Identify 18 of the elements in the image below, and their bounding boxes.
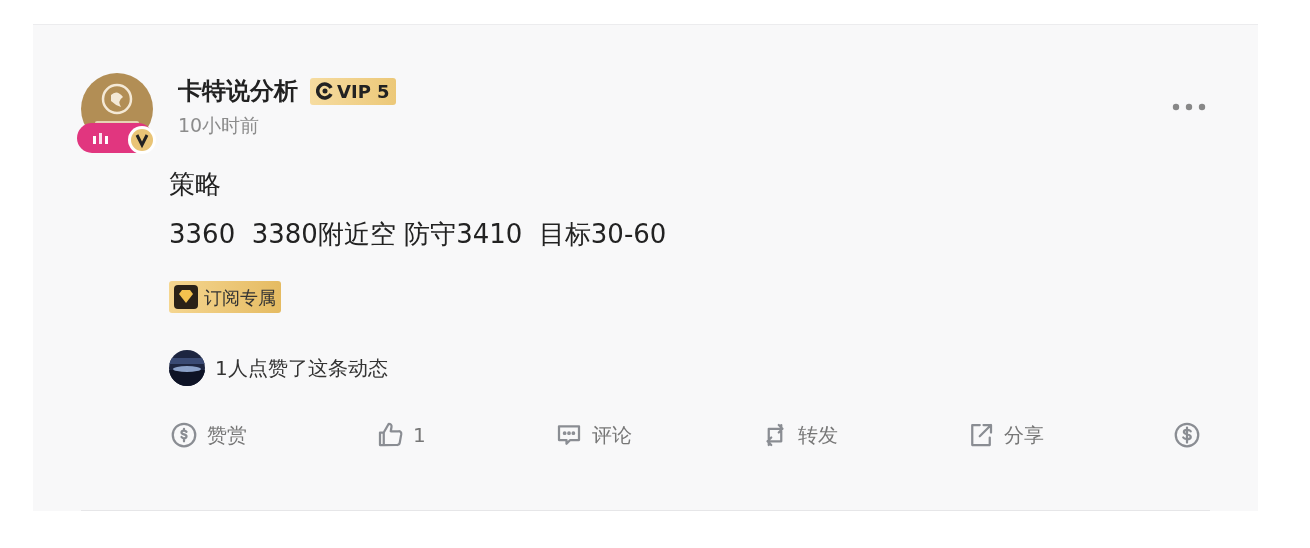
repost-button[interactable]: 转发 xyxy=(759,420,838,450)
reward-button[interactable]: 赞赏 xyxy=(169,420,247,450)
tag-label: 订阅专属 xyxy=(204,285,276,310)
post-text: 策略 xyxy=(169,168,222,201)
coin-icon xyxy=(169,420,199,450)
vip-logo-icon xyxy=(316,82,334,100)
likes-summary[interactable]: 1人点赞了这条动态 xyxy=(215,353,388,383)
more-icon xyxy=(1172,103,1206,111)
vip-level: VIP 5 xyxy=(337,79,390,104)
verified-icon xyxy=(127,125,157,155)
post-time: 10小时前 xyxy=(178,113,261,138)
post-text: 3360 3380附近空 防守3410 目标30-60 xyxy=(169,218,668,251)
like-button[interactable]: 1 xyxy=(375,420,426,450)
bars-icon xyxy=(91,131,109,145)
share-button[interactable]: 分享 xyxy=(965,420,1044,450)
comment-button[interactable]: 评论 xyxy=(553,420,632,450)
more-button[interactable] xyxy=(1170,101,1208,113)
author-name[interactable]: 卡特说分析 xyxy=(178,73,298,109)
